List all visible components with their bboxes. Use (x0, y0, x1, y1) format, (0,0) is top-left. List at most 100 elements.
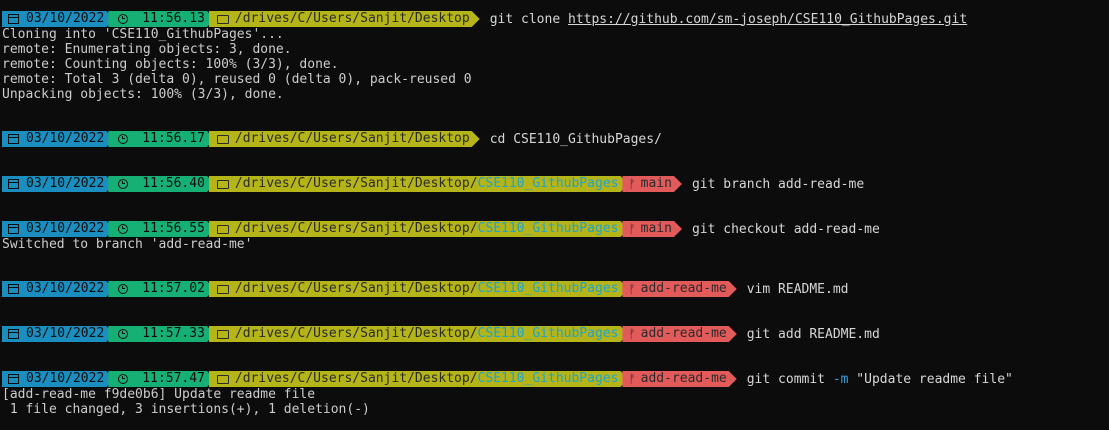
date-segment: 03/10/2022 (2, 371, 114, 387)
branch-name: add-read-me (640, 281, 727, 296)
branch-name: add-read-me (640, 371, 727, 386)
path-segment: /drives/C/Users/Sanjit/Desktop (209, 131, 480, 147)
output-line: remote: Enumerating objects: 3, done. (2, 42, 292, 57)
clock-icon (118, 224, 128, 234)
prompt-line: 03/10/2022 11:56.55 /drives/C/Users/Sanj… (2, 221, 880, 237)
time-segment: 11:56.55 (108, 221, 215, 237)
prompt-line: 03/10/2022 11:57.33 /drives/C/Users/Sanj… (2, 326, 880, 342)
prompt-date: 03/10/2022 (26, 176, 105, 191)
output-line: Unpacking objects: 100% (3/3), done. (2, 87, 284, 102)
date-segment: 03/10/2022 (2, 326, 114, 342)
output-line: Cloning into 'CSE110_GithubPages'... (2, 27, 284, 42)
output-line: Switched to branch 'add-read-me' (2, 237, 253, 252)
folder-icon (217, 285, 229, 294)
output-line: remote: Total 3 (delta 0), reused 0 (del… (2, 72, 472, 87)
time-segment: 11:56.13 (108, 11, 215, 27)
calendar-icon (8, 224, 19, 234)
git-branch-icon: ᚠ (628, 372, 636, 386)
branch-segment: ᚠ main (622, 221, 682, 237)
prompt-time: 11:56.40 (142, 176, 205, 191)
repo-name: CSE110_GithubPages (477, 371, 619, 386)
branch-segment: ᚠ add-read-me (622, 326, 736, 342)
prompt-time: 11:57.02 (142, 281, 205, 296)
branch-name: main (640, 221, 672, 236)
prompt-date: 03/10/2022 (26, 221, 105, 236)
prompt-time: 11:56.17 (142, 131, 205, 146)
prompt-line: 03/10/2022 11:56.17 /drives/C/Users/Sanj… (2, 131, 662, 147)
command-text: git clone https://github.com/sm-joseph/C… (490, 12, 967, 27)
path-segment: /drives/C/Users/Sanjit/Desktop/CSE110_Gi… (209, 281, 629, 297)
branch-segment: ᚠ add-read-me (622, 281, 736, 297)
command: git clone (489, 11, 568, 27)
prompt-line: 03/10/2022 11:57.47 /drives/C/Users/Sanj… (2, 371, 1013, 387)
clock-icon (118, 179, 128, 189)
prompt-path: /drives/C/Users/Sanjit/Desktop/ (234, 281, 478, 296)
prompt-date: 03/10/2022 (26, 326, 105, 341)
prompt-path: /drives/C/Users/Sanjit/Desktop (234, 131, 470, 146)
time-segment: 11:57.33 (108, 326, 215, 342)
calendar-icon (8, 284, 19, 294)
command: git checkout add-read-me (691, 221, 880, 237)
repo-name: CSE110_GithubPages (477, 281, 619, 296)
prompt-path: /drives/C/Users/Sanjit/Desktop/ (234, 221, 478, 236)
clone-url-link[interactable]: https://github.com/sm-joseph/CSE110_Gith… (568, 12, 967, 27)
prompt-line: 03/10/2022 11:57.02 /drives/C/Users/Sanj… (2, 281, 848, 297)
calendar-icon (8, 14, 19, 24)
output-line: 1 file changed, 3 insertions(+), 1 delet… (2, 402, 370, 417)
command-flag: -m (832, 371, 849, 387)
branch-segment: ᚠ main (622, 176, 682, 192)
calendar-icon (8, 374, 19, 384)
time-segment: 11:56.17 (108, 131, 215, 147)
calendar-icon (8, 134, 19, 144)
date-segment: 03/10/2022 (2, 281, 114, 297)
prompt-time: 11:56.55 (142, 221, 205, 236)
time-segment: 11:57.47 (108, 371, 215, 387)
clock-icon (118, 329, 128, 339)
command-arg: "Update readme file" (848, 371, 1013, 387)
git-branch-icon: ᚠ (628, 177, 636, 191)
path-segment: /drives/C/Users/Sanjit/Desktop (209, 11, 480, 27)
prompt-date: 03/10/2022 (26, 11, 105, 26)
output-line: [add-read-me f9de0b6] Update readme file (2, 387, 316, 402)
command: cd CSE110_GithubPages/ (489, 131, 662, 147)
prompt-path: /drives/C/Users/Sanjit/Desktop/ (234, 326, 478, 341)
calendar-icon (8, 179, 19, 189)
prompt-path: /drives/C/Users/Sanjit/Desktop (234, 11, 470, 26)
git-branch-icon: ᚠ (628, 282, 636, 296)
prompt-time: 11:57.33 (142, 326, 205, 341)
branch-name: main (640, 176, 672, 191)
prompt-date: 03/10/2022 (26, 281, 105, 296)
command: git commit (746, 371, 833, 387)
command: vim README.md (746, 281, 849, 297)
date-segment: 03/10/2022 (2, 11, 114, 27)
command: git branch add-read-me (691, 176, 865, 192)
branch-segment: ᚠ add-read-me (622, 371, 736, 387)
time-segment: 11:56.40 (108, 176, 215, 192)
time-segment: 11:57.02 (108, 281, 215, 297)
prompt-time: 11:56.13 (142, 11, 205, 26)
command-text: git commit -m "Update readme file" (747, 372, 1013, 387)
repo-name: CSE110_GithubPages (477, 176, 619, 191)
repo-name: CSE110_GithubPages (477, 221, 619, 236)
folder-icon (217, 330, 229, 339)
output-line: remote: Counting objects: 100% (3/3), do… (2, 57, 339, 72)
branch-name: add-read-me (640, 326, 727, 341)
folder-icon (217, 375, 229, 384)
date-segment: 03/10/2022 (2, 176, 114, 192)
path-segment: /drives/C/Users/Sanjit/Desktop/CSE110_Gi… (209, 176, 629, 192)
prompt-line: 03/10/2022 11:56.40 /drives/C/Users/Sanj… (2, 176, 864, 192)
path-segment: /drives/C/Users/Sanjit/Desktop/CSE110_Gi… (209, 326, 629, 342)
folder-icon (217, 135, 229, 144)
prompt-path: /drives/C/Users/Sanjit/Desktop/ (234, 176, 478, 191)
prompt-line: 03/10/2022 11:56.13 /drives/C/Users/Sanj… (2, 11, 967, 27)
folder-icon (217, 15, 229, 24)
date-segment: 03/10/2022 (2, 221, 114, 237)
date-segment: 03/10/2022 (2, 131, 114, 147)
terminal-window[interactable]: 03/10/2022 11:56.13 /drives/C/Users/Sanj… (0, 0, 1109, 430)
folder-icon (217, 225, 229, 234)
prompt-path: /drives/C/Users/Sanjit/Desktop/ (234, 371, 478, 386)
command: git add README.md (746, 326, 880, 342)
path-segment: /drives/C/Users/Sanjit/Desktop/CSE110_Gi… (209, 371, 629, 387)
folder-icon (217, 180, 229, 189)
calendar-icon (8, 329, 19, 339)
